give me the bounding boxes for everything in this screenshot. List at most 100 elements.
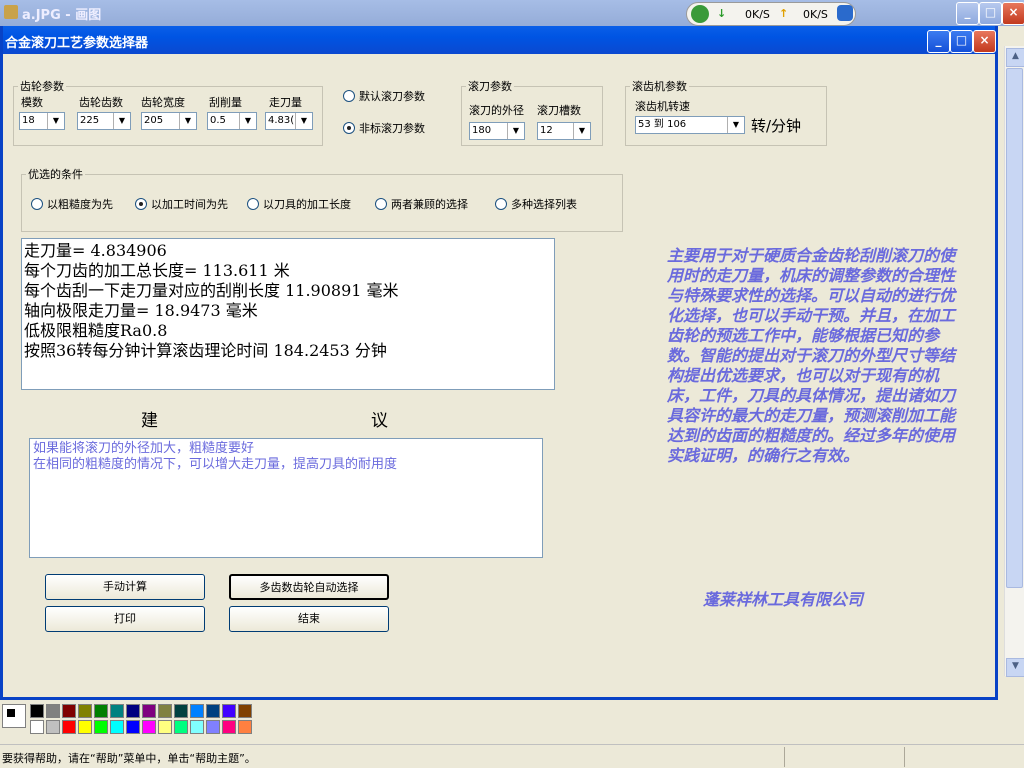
color-swatch[interactable] (190, 704, 204, 718)
radio-balanced[interactable]: 两者兼顾的选择 (375, 196, 468, 212)
color-swatch[interactable] (222, 704, 236, 718)
color-swatch[interactable] (206, 720, 220, 734)
results-textbox[interactable]: 走刀量= 4.834906 每个刀齿的加工总长度= 113.611 米 每个齿刮… (21, 238, 555, 390)
color-swatch[interactable] (174, 720, 188, 734)
dialog-title: 合金滚刀工艺参数选择器 (5, 36, 149, 51)
scroll-thumb[interactable] (1006, 68, 1023, 588)
width-select[interactable]: 205 ▼ (141, 112, 197, 130)
radio-dot[interactable] (343, 122, 355, 134)
chevron-down-icon[interactable]: ▼ (47, 113, 64, 129)
dialog-close-button[interactable]: × (973, 30, 996, 53)
radio-custom-hob[interactable]: 非标滚刀参数 (343, 120, 425, 136)
result-line: 轴向极限走刀量= 18.9473 毫米 (24, 301, 258, 320)
hob-slots-label: 滚刀槽数 (537, 104, 581, 117)
browser-icon[interactable] (837, 5, 853, 21)
color-swatch[interactable] (78, 720, 92, 734)
chevron-down-icon[interactable]: ▼ (507, 123, 524, 139)
company-name: 蓬莱祥林工具有限公司 (703, 590, 864, 609)
radio-time-first[interactable]: 以加工时间为先 (135, 196, 228, 212)
manual-calc-button[interactable]: 手动计算 (45, 574, 205, 600)
radio-dot[interactable] (375, 198, 387, 210)
color-swatch[interactable] (238, 720, 252, 734)
color-swatch[interactable] (110, 704, 124, 718)
paint-app-icon (4, 5, 18, 19)
scrape-value: 0.5 (210, 115, 226, 126)
feed-value: 4.83( (268, 115, 295, 126)
radio-roughness-first[interactable]: 以粗糙度为先 (31, 196, 113, 212)
hob-slots-select[interactable]: 12 ▼ (537, 122, 591, 140)
radio-dot[interactable] (135, 198, 147, 210)
radio-multi-list[interactable]: 多种选择列表 (495, 196, 577, 212)
paint-minimize-button[interactable]: _ (956, 2, 979, 25)
chevron-down-icon[interactable]: ▼ (179, 113, 196, 129)
color-swatch[interactable] (174, 704, 188, 718)
color-swatch[interactable] (142, 720, 156, 734)
color-swatch[interactable] (142, 704, 156, 718)
radio-dot[interactable] (495, 198, 507, 210)
color-swatch[interactable] (158, 720, 172, 734)
product-description: 主要用于对于硬质合金齿轮刮削滚刀的使用时的走刀量，机床的调整参数的合理性与特殊要… (667, 246, 956, 465)
scroll-up-arrow-icon[interactable]: ▲ (1006, 48, 1024, 67)
current-color-indicator[interactable] (2, 704, 26, 728)
module-label: 模数 (21, 96, 43, 109)
color-swatch[interactable] (238, 704, 252, 718)
radio-dot[interactable] (247, 198, 259, 210)
scrape-select[interactable]: 0.5 ▼ (207, 112, 257, 130)
chevron-down-icon[interactable]: ▼ (727, 117, 744, 133)
teeth-select[interactable]: 225 ▼ (77, 112, 131, 130)
color-swatch[interactable] (158, 704, 172, 718)
dialog-maximize-button[interactable]: □ (950, 30, 973, 53)
chevron-down-icon[interactable]: ▼ (239, 113, 256, 129)
download-arrow-icon: ↓ (717, 7, 727, 20)
machine-params-legend: 滚齿机参数 (632, 80, 687, 93)
color-swatch[interactable] (62, 720, 76, 734)
color-swatch[interactable] (46, 704, 60, 718)
color-swatch[interactable] (206, 704, 220, 718)
vertical-scrollbar[interactable]: ▲ ▼ (1004, 46, 1024, 677)
color-swatch[interactable] (62, 704, 76, 718)
radio-default-hob[interactable]: 默认滚刀参数 (343, 88, 425, 104)
radio-label: 以加工时间为先 (151, 198, 228, 211)
suggestion-textbox[interactable]: 如果能将滚刀的外径加大，粗糙度要好 在相同的粗糙度的情况下，可以增大走刀量，提高… (29, 438, 543, 558)
hob-diameter-select[interactable]: 180 ▼ (469, 122, 525, 140)
hob-diameter-value: 180 (472, 125, 492, 136)
color-swatch[interactable] (30, 704, 44, 718)
color-swatch[interactable] (78, 704, 92, 718)
preference-legend: 优选的条件 (28, 168, 83, 181)
radio-label: 以刀具的加工长度 (263, 198, 351, 211)
multi-auto-select-button[interactable]: 多齿数齿轮自动选择 (229, 574, 389, 600)
print-button[interactable]: 打印 (45, 606, 205, 632)
radio-label: 默认滚刀参数 (359, 90, 425, 103)
color-swatch[interactable] (30, 720, 44, 734)
chevron-down-icon[interactable]: ▼ (113, 113, 130, 129)
radio-tool-length[interactable]: 以刀具的加工长度 (247, 196, 351, 212)
paint-close-button[interactable]: × (1002, 2, 1024, 25)
end-button[interactable]: 结束 (229, 606, 389, 632)
result-line: 走刀量= 4.834906 (24, 241, 167, 260)
spindle-speed-select[interactable]: 53 到 106 ▼ (635, 116, 745, 134)
width-value: 205 (144, 115, 164, 126)
color-swatch[interactable] (94, 704, 108, 718)
feed-select[interactable]: 4.83(▼ (265, 112, 313, 130)
chevron-down-icon[interactable]: ▼ (573, 123, 590, 139)
download-speed: 0K/S (745, 8, 770, 21)
chevron-down-icon[interactable]: ▼ (295, 113, 312, 129)
radio-dot[interactable] (31, 198, 43, 210)
color-swatch[interactable] (110, 720, 124, 734)
status-text: 要获得帮助，请在“帮助”菜单中，单击“帮助主题”。 (2, 752, 256, 765)
status-bar: 要获得帮助，请在“帮助”菜单中，单击“帮助主题”。 (0, 744, 1024, 768)
color-swatch[interactable] (126, 704, 140, 718)
paint-maximize-button[interactable]: □ (979, 2, 1002, 25)
color-swatch[interactable] (190, 720, 204, 734)
dialog-minimize-button[interactable]: _ (927, 30, 950, 53)
scroll-down-arrow-icon[interactable]: ▼ (1006, 658, 1024, 677)
spindle-speed-label: 滚齿机转速 (635, 100, 690, 113)
module-select[interactable]: 18 ▼ (19, 112, 65, 130)
dialog-title-bar: 合金滚刀工艺参数选择器 _ □ × (3, 26, 996, 54)
radio-dot[interactable] (343, 90, 355, 102)
color-swatch[interactable] (94, 720, 108, 734)
color-swatch[interactable] (222, 720, 236, 734)
network-speed-widget: ↓ 0K/S ↑ 0K/S (686, 2, 856, 26)
color-swatch[interactable] (46, 720, 60, 734)
color-swatch[interactable] (126, 720, 140, 734)
